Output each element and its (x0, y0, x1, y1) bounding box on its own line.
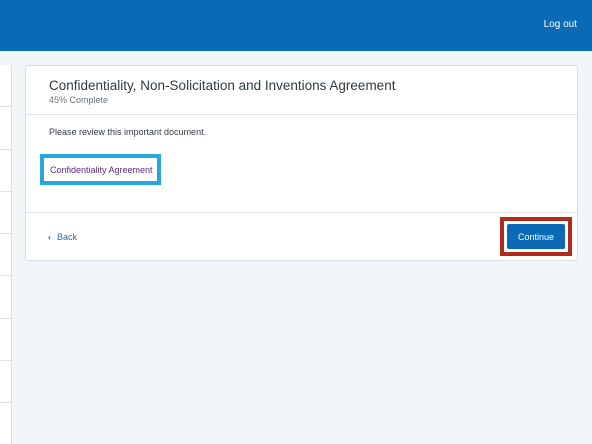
back-link[interactable]: ‹ Back (48, 232, 77, 242)
sidebar-divider (0, 149, 11, 150)
review-instructions: Please review this important document. (49, 127, 207, 137)
chevron-left-icon: ‹ (48, 232, 51, 242)
sidebar (0, 65, 12, 444)
continue-button[interactable]: Continue (507, 224, 565, 249)
sidebar-divider (0, 402, 11, 403)
continue-button-highlight: Continue (500, 217, 572, 256)
document-link-highlight: Confidentiality Agreement (40, 154, 161, 185)
agreement-card: Confidentiality, Non-Solicitation and In… (25, 65, 578, 261)
sidebar-divider (0, 106, 11, 107)
logout-link[interactable]: Log out (544, 19, 577, 30)
back-label: Back (57, 232, 78, 242)
page-title: Confidentiality, Non-Solicitation and In… (49, 78, 396, 93)
sidebar-divider (0, 233, 11, 234)
top-header-bar: Log out (0, 0, 592, 51)
sidebar-divider (0, 318, 11, 319)
sidebar-divider (0, 360, 11, 361)
sidebar-divider (0, 191, 11, 192)
confidentiality-agreement-link[interactable]: Confidentiality Agreement (50, 165, 153, 175)
progress-text: 45% Complete (49, 95, 109, 105)
card-divider (26, 212, 577, 213)
sidebar-divider (0, 275, 11, 276)
card-divider (26, 114, 577, 115)
